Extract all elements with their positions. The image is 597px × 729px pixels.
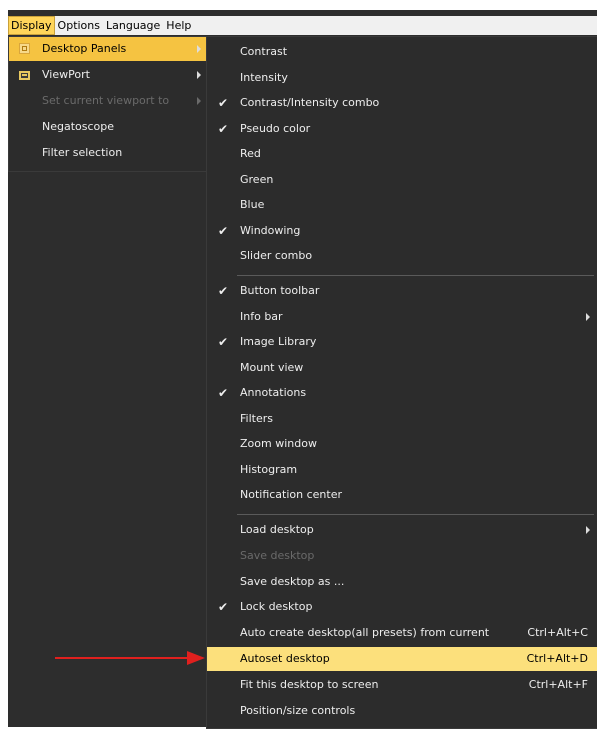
menu-item-label: Zoom window	[240, 437, 317, 450]
menu-item-label: Slider combo	[240, 249, 313, 262]
menubar-help[interactable]: Help	[163, 16, 194, 35]
menu-item-set-current-viewport-to: Set current viewport to	[9, 89, 209, 113]
checkmark-icon: ✔	[218, 335, 229, 349]
menu-item-label: Histogram	[240, 463, 298, 476]
menu-item-label: Green	[240, 173, 274, 186]
menu-item-negatoscope[interactable]: Negatoscope	[9, 115, 209, 139]
red-arrow-annotation	[55, 651, 205, 665]
menu-item-fit-this-desktop-to-screen[interactable]: Fit this desktop to screen Ctrl+Alt+F	[207, 673, 597, 697]
menu-item-image-library[interactable]: ✔ Image Library	[207, 330, 597, 354]
menu-item-label: ViewPort	[42, 68, 90, 81]
menu-item-label: Desktop Panels	[42, 42, 127, 55]
menu-item-mount-view[interactable]: Mount view	[207, 356, 597, 380]
checkmark-icon: ✔	[218, 600, 229, 614]
menu-item-label: Filters	[240, 412, 273, 425]
menu-item-info-bar[interactable]: Info bar	[207, 305, 597, 329]
submenu-arrow-icon	[197, 71, 201, 79]
menu-item-label: Windowing	[240, 224, 301, 237]
menu-item-label: Annotations	[240, 386, 307, 399]
menu-item-intensity[interactable]: Intensity	[207, 66, 597, 90]
menu-item-label: Set current viewport to	[42, 94, 170, 107]
menu-item-filters[interactable]: Filters	[207, 407, 597, 431]
menu-item-label: Contrast/Intensity combo	[240, 96, 380, 109]
shortcut-label: Ctrl+Alt+C	[527, 626, 588, 639]
viewport-icon	[19, 71, 30, 80]
menu-item-label: Blue	[240, 198, 265, 211]
panels-icon	[19, 43, 30, 54]
shortcut-label: Ctrl+Alt+F	[528, 678, 588, 691]
menu-item-windowing[interactable]: ✔ Windowing	[207, 219, 597, 243]
checkmark-icon: ✔	[218, 224, 229, 238]
menu-item-label: Contrast	[240, 45, 288, 58]
menu-item-zoom-window[interactable]: Zoom window	[207, 432, 597, 456]
menu-item-autoset-desktop[interactable]: Autoset desktop Ctrl+Alt+D	[207, 647, 597, 671]
menu-item-label: Save desktop as ...	[240, 575, 345, 588]
menu-bar: Display Options Language Help	[8, 16, 597, 35]
menu-item-load-desktop[interactable]: Load desktop	[207, 518, 597, 542]
shortcut-label: Ctrl+Alt+D	[526, 652, 588, 665]
menu-item-label: Intensity	[240, 71, 288, 84]
menubar-options[interactable]: Options	[55, 16, 103, 35]
checkmark-icon: ✔	[218, 386, 229, 400]
menu-separator	[237, 514, 594, 515]
menu-item-slider-combo[interactable]: Slider combo	[207, 244, 597, 268]
menu-item-label: Lock desktop	[240, 600, 313, 613]
checkmark-icon: ✔	[218, 284, 229, 298]
menubar-language[interactable]: Language	[103, 16, 163, 35]
menu-separator	[237, 275, 594, 276]
submenu-arrow-icon	[197, 45, 201, 53]
menu-item-viewport[interactable]: ViewPort	[9, 63, 209, 87]
menu-item-lock-desktop[interactable]: ✔ Lock desktop	[207, 595, 597, 619]
menu-item-label: Pseudo color	[240, 122, 311, 135]
menu-item-contrast-intensity-combo[interactable]: ✔ Contrast/Intensity combo	[207, 91, 597, 115]
menu-item-label: Negatoscope	[42, 120, 115, 133]
menu-item-label: Fit this desktop to screen	[240, 678, 379, 691]
menu-item-label: Auto create desktop(all presets) from cu…	[240, 626, 490, 639]
menu-item-label: Save desktop	[240, 549, 315, 562]
menu-item-label: Mount view	[240, 361, 304, 374]
submenu-arrow-icon	[586, 526, 590, 534]
menu-item-filter-selection[interactable]: Filter selection	[9, 141, 209, 165]
menu-item-label: Autoset desktop	[240, 652, 330, 665]
menu-item-histogram[interactable]: Histogram	[207, 458, 597, 482]
menu-item-contrast[interactable]: Contrast	[207, 40, 597, 64]
checkmark-icon: ✔	[218, 96, 229, 110]
menu-item-button-toolbar[interactable]: ✔ Button toolbar	[207, 279, 597, 303]
submenu-arrow-icon	[586, 313, 590, 321]
menu-item-label: Button toolbar	[240, 284, 320, 297]
menu-item-label: Load desktop	[240, 523, 314, 536]
menu-item-label: Info bar	[240, 310, 283, 323]
menu-item-blue[interactable]: Blue	[207, 193, 597, 217]
menu-item-green[interactable]: Green	[207, 168, 597, 192]
menu-item-notification-center[interactable]: Notification center	[207, 483, 597, 507]
checkmark-icon: ✔	[218, 122, 229, 136]
menu-item-desktop-panels[interactable]: Desktop Panels	[9, 37, 209, 61]
desktop-panels-submenu: Contrast Intensity ✔ Contrast/Intensity com…	[206, 36, 597, 729]
menu-item-label: Image Library	[240, 335, 317, 348]
menu-item-red[interactable]: Red	[207, 142, 597, 166]
menu-item-save-desktop-as[interactable]: Save desktop as ...	[207, 570, 597, 594]
menu-item-label: Notification center	[240, 488, 343, 501]
menu-item-pseudo-color[interactable]: ✔ Pseudo color	[207, 117, 597, 141]
menu-item-save-desktop: Save desktop	[207, 544, 597, 568]
submenu-arrow-icon	[197, 97, 201, 105]
menu-item-label: Position/size controls	[240, 704, 356, 717]
menu-item-label: Filter selection	[42, 146, 123, 159]
menu-item-annotations[interactable]: ✔ Annotations	[207, 381, 597, 405]
menu-item-auto-create-desktop-all-presets-from-current[interactable]: Auto create desktop(all presets) from cu…	[207, 621, 597, 645]
menubar-display[interactable]: Display	[8, 16, 55, 35]
menu-item-label: Red	[240, 147, 261, 160]
menu-item-position-size-controls[interactable]: Position/size controls	[207, 699, 597, 723]
display-menu: Desktop Panels ViewPort Set current viewpo…	[8, 36, 210, 172]
